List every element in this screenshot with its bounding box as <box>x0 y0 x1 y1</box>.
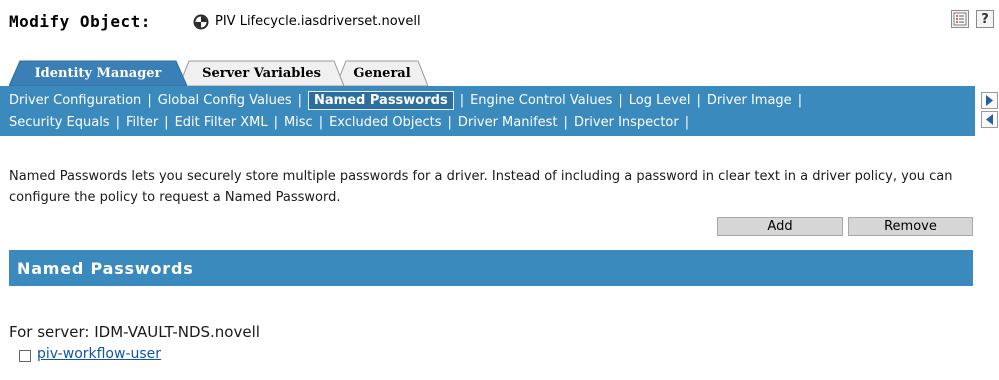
menu-filter[interactable]: Filter <box>126 115 158 130</box>
tab-bar: General Server Variables Identity Manage… <box>0 60 975 86</box>
separator: | <box>459 92 465 108</box>
server-label: For server: IDM-VAULT-NDS.novell <box>9 323 260 341</box>
separator: | <box>563 114 568 130</box>
tab-server-variables[interactable]: Server Variables <box>179 60 344 86</box>
add-button[interactable]: Add <box>717 217 843 236</box>
menu-security-equals[interactable]: Security Equals <box>9 115 110 130</box>
menu-driver-manifest[interactable]: Driver Manifest <box>458 115 558 130</box>
menu-named-passwords[interactable]: Named Passwords <box>308 90 454 110</box>
password-link[interactable]: piv-workflow-user <box>37 346 161 362</box>
menu-driver-image[interactable]: Driver Image <box>707 93 792 108</box>
menu-log-level[interactable]: Log Level <box>629 93 691 108</box>
separator: | <box>618 92 623 108</box>
submenu-row: Security Equals | Filter | Edit Filter X… <box>9 111 695 133</box>
separator: | <box>147 92 152 108</box>
menu-driver-inspector[interactable]: Driver Inspector <box>574 115 679 130</box>
menu-misc[interactable]: Misc <box>284 115 313 130</box>
separator: | <box>164 114 169 130</box>
menu-driver-configuration[interactable]: Driver Configuration <box>9 93 141 108</box>
submenu-row: Driver Configuration | Global Config Val… <box>9 89 808 111</box>
driver-set-icon <box>193 14 209 30</box>
separator: | <box>684 114 690 130</box>
separator: | <box>297 92 303 108</box>
separator: | <box>797 92 803 108</box>
separator: | <box>447 114 452 130</box>
page-title: Modify Object: <box>9 12 151 31</box>
object-name: PIV Lifecycle.iasdriverset.novell <box>215 14 421 29</box>
collapse-left-icon[interactable] <box>981 111 998 128</box>
menu-excluded-objects[interactable]: Excluded Objects <box>329 115 441 130</box>
section-title: Named Passwords <box>17 258 194 278</box>
help-button[interactable]: ? <box>976 10 994 28</box>
menu-global-config-values[interactable]: Global Config Values <box>158 93 292 108</box>
page-header: Modify Object: PIV Lifecycle.iasdriverse… <box>0 0 999 40</box>
submenu-bar: Driver Configuration | Global Config Val… <box>0 86 975 136</box>
separator: | <box>696 92 701 108</box>
task-list-icon[interactable] <box>951 10 969 28</box>
separator: | <box>115 114 120 130</box>
tab-identity-manager[interactable]: Identity Manager <box>9 60 187 86</box>
separator: | <box>318 114 324 130</box>
menu-edit-filter-xml[interactable]: Edit Filter XML <box>175 115 268 130</box>
password-checkbox[interactable] <box>19 350 31 362</box>
tab-label: Server Variables <box>202 65 321 81</box>
tab-general[interactable]: General <box>336 60 428 86</box>
remove-button[interactable]: Remove <box>848 217 973 236</box>
expand-right-icon[interactable] <box>981 92 998 109</box>
section-header: Named Passwords <box>9 250 973 286</box>
menu-engine-control-values[interactable]: Engine Control Values <box>470 93 612 108</box>
separator: | <box>273 114 278 130</box>
page-description: Named Passwords lets you securely store … <box>9 169 953 205</box>
tab-label: Identity Manager <box>34 65 162 81</box>
tab-label: General <box>353 65 411 81</box>
